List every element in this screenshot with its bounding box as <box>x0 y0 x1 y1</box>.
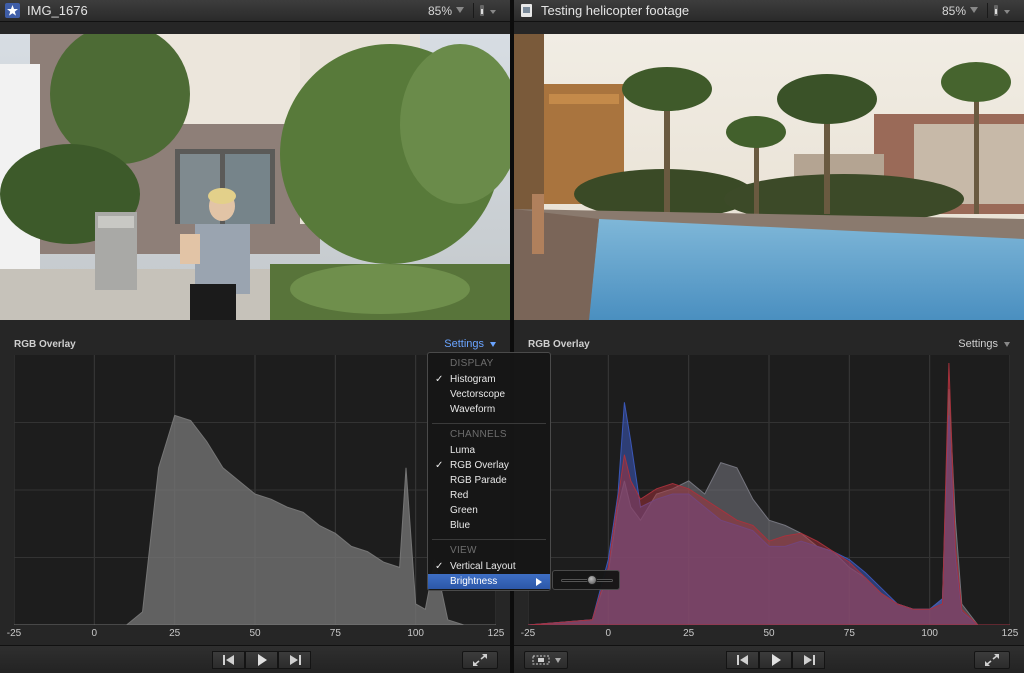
left-settings-label: Settings <box>444 338 484 350</box>
right-scope-header: RGB Overlay Settings <box>514 334 1024 354</box>
fullscreen-icon[interactable] <box>974 651 1010 669</box>
axis-tick-label: 25 <box>683 628 695 639</box>
checkmark-icon: ✓ <box>435 460 444 471</box>
menu-item-blue[interactable]: Blue <box>428 518 550 533</box>
axis-tick-label: 0 <box>91 628 98 639</box>
right-viewer-titlebar: Testing helicopter footage 85% <box>514 0 1024 22</box>
clip-icon <box>519 3 534 18</box>
menu-item-brightness[interactable]: Brightness <box>428 574 550 589</box>
settings-menu: DISPLAY ✓ Histogram Vectorscope Waveform… <box>427 352 551 591</box>
right-viewer-title: Testing helicopter footage <box>541 3 690 18</box>
left-settings-button[interactable]: Settings <box>444 338 496 350</box>
right-bottom-bar <box>514 645 1024 673</box>
left-scope-title: RGB Overlay <box>14 339 76 350</box>
skip-back-icon[interactable] <box>726 651 759 669</box>
menu-divider <box>432 423 546 424</box>
menu-item-green[interactable]: Green <box>428 503 550 518</box>
axis-tick-label: 50 <box>763 628 775 639</box>
menu-section-channels: CHANNELS <box>450 429 507 440</box>
left-histogram <box>14 355 496 625</box>
axis-tick-label: 75 <box>843 628 855 639</box>
chevron-right-icon <box>536 578 542 586</box>
menu-item-luma[interactable]: Luma <box>428 443 550 458</box>
left-bottom-bar <box>0 645 510 673</box>
right-axis-labels: -25 0 25 50 75 100 125 <box>514 628 1024 642</box>
axis-tick-label: 25 <box>169 628 181 639</box>
right-video-frame[interactable] <box>514 34 1024 320</box>
play-icon[interactable] <box>245 651 278 669</box>
checkmark-icon: ✓ <box>435 561 444 572</box>
left-video-frame[interactable] <box>0 34 510 320</box>
right-transport-controls <box>726 651 825 669</box>
play-icon[interactable] <box>759 651 792 669</box>
left-viewer-title: IMG_1676 <box>27 3 88 18</box>
menu-section-display: DISPLAY <box>450 358 494 369</box>
left-axis-labels: -25 0 25 50 75 100 125 <box>0 628 510 642</box>
menu-item-rgb-parade[interactable]: RGB Parade <box>428 473 550 488</box>
menu-item-vectorscope[interactable]: Vectorscope <box>428 387 550 402</box>
right-settings-button[interactable]: Settings <box>958 338 1010 350</box>
chevron-down-icon[interactable] <box>456 7 464 13</box>
left-transport-controls <box>212 651 311 669</box>
chevron-down-icon <box>490 341 496 347</box>
menu-section-view: VIEW <box>450 545 477 556</box>
skip-back-icon[interactable] <box>212 651 245 669</box>
left-scope-header: RGB Overlay Settings <box>0 334 510 354</box>
axis-tick-label: 50 <box>249 628 261 639</box>
star-icon <box>5 3 20 18</box>
view-switch-icon[interactable] <box>473 3 502 18</box>
axis-tick-label: -25 <box>520 628 536 639</box>
menu-item-histogram[interactable]: ✓ Histogram <box>428 372 550 387</box>
right-scope-title: RGB Overlay <box>528 339 590 350</box>
right-zoom-menu[interactable]: 85% <box>942 4 966 18</box>
brightness-slider-popup <box>552 570 620 590</box>
checkmark-icon: ✓ <box>435 374 444 385</box>
axis-tick-label: 100 <box>407 628 424 639</box>
menu-item-red[interactable]: Red <box>428 488 550 503</box>
skip-forward-icon[interactable] <box>792 651 825 669</box>
menu-item-vertical-layout[interactable]: ✓ Vertical Layout <box>428 559 550 574</box>
fullscreen-icon[interactable] <box>462 651 498 669</box>
left-zoom-menu[interactable]: 85% <box>428 4 452 18</box>
axis-tick-label: 0 <box>605 628 612 639</box>
brightness-slider-knob[interactable] <box>587 575 598 585</box>
axis-tick-label: -25 <box>6 628 22 639</box>
chevron-down-icon[interactable] <box>970 7 978 13</box>
skip-forward-icon[interactable] <box>278 651 311 669</box>
axis-tick-label: 75 <box>329 628 341 639</box>
menu-item-rgb-overlay[interactable]: ✓ RGB Overlay <box>428 458 550 473</box>
axis-tick-label: 100 <box>921 628 938 639</box>
right-settings-label: Settings <box>958 338 998 350</box>
left-viewer-titlebar: IMG_1676 85% <box>0 0 510 22</box>
view-switch-icon[interactable] <box>987 3 1016 18</box>
axis-tick-label: 125 <box>487 628 505 639</box>
chevron-down-icon <box>1004 341 1010 347</box>
view-options-icon[interactable] <box>524 651 568 669</box>
axis-tick-label: 125 <box>1001 628 1019 639</box>
menu-item-waveform[interactable]: Waveform <box>428 402 550 417</box>
menu-divider <box>432 539 546 540</box>
